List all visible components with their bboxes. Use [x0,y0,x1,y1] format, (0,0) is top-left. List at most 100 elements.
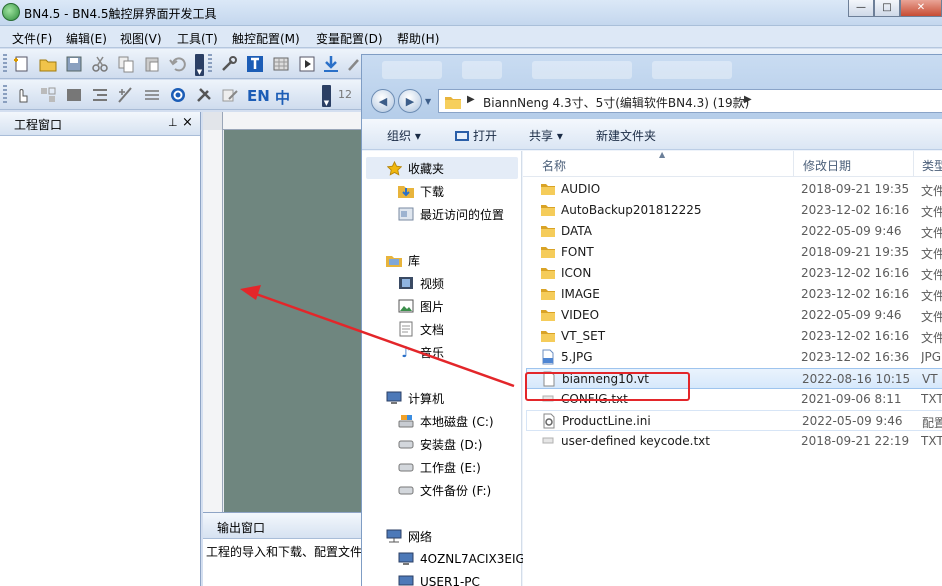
file-row[interactable]: user-defined keycode.txt 2018-09-21 22:19… [526,431,942,452]
menu-touch-config[interactable]: 触控配置(M) [232,30,300,47]
new-project-button[interactable] [11,54,32,74]
column-name[interactable]: 名称 [542,157,566,174]
download-button[interactable] [320,54,341,74]
share-button[interactable]: 共享 ▾ [529,127,563,144]
breadcrumb-separator-icon[interactable]: ▶ [467,94,475,105]
pointer-tool-button[interactable] [11,85,32,105]
toolbar1-overflow-button[interactable]: ▼ [195,54,204,76]
column-date[interactable]: 修改日期 [803,157,851,174]
nav-item-computer[interactable]: 计算机 [386,388,444,408]
file-date: 2021-09-06 8:11 [801,392,902,406]
nav-item-disk-f[interactable]: 文件备份 (F:) [398,480,491,500]
nav-label: 4OZNL7ACIX3EIG [420,552,525,566]
paste-button[interactable] [141,54,162,74]
nav-label: 安装盘 (D:) [420,437,483,452]
toolbar-grip[interactable] [3,54,7,74]
arrow-left-icon: ◀ [378,94,388,108]
distribute-tool-button[interactable] [141,85,162,105]
open-window-icon [455,131,469,141]
nav-item-disk-c[interactable]: 本地磁盘 (C:) [398,411,494,431]
undo-button[interactable] [167,54,188,74]
copy-button[interactable] [115,54,136,74]
column-type[interactable]: 类型 [922,157,942,174]
nav-item-favorites[interactable]: 收藏夹 [386,158,444,178]
menu-help[interactable]: 帮助(H) [397,30,439,47]
toolbar2-overflow-button[interactable]: ▼ [322,85,331,107]
save-button[interactable] [63,54,84,74]
open-button[interactable]: 打开 [455,127,497,144]
nav-item-disk-d[interactable]: 安装盘 (D:) [398,434,482,454]
group-tool-button[interactable] [37,85,58,105]
menu-view[interactable]: 视图(V) [120,30,162,47]
rectangle-tool-button[interactable] [63,85,84,105]
refresh-tool-button[interactable] [167,85,188,105]
folder-icon [540,202,556,218]
file-row[interactable]: AUDIO 2018-09-21 19:35 文件 [526,179,942,200]
nav-item-downloads[interactable]: 下载 [398,181,444,201]
annotation-highlight-box [525,372,690,401]
column-separator[interactable] [793,151,794,177]
text-tool-button[interactable] [244,54,265,74]
column-separator[interactable] [913,151,914,177]
maximize-button[interactable]: □ [874,0,900,17]
close-icon[interactable]: × [182,115,193,130]
undo-icon [168,57,186,72]
nav-item-library[interactable]: 库 [386,250,420,270]
cut-button[interactable] [89,54,110,74]
play-tool-button[interactable] [296,54,317,74]
folder-icon [445,97,461,109]
settings-tool-button[interactable] [218,54,239,74]
file-name: VIDEO [561,308,600,322]
back-button[interactable]: ◀ [371,89,395,113]
history-dropdown-icon[interactable]: ▼ [425,97,431,106]
file-row[interactable]: ProductLine.ini 2022-05-09 9:46 配置 [526,410,942,431]
nav-item-pictures[interactable]: 图片 [398,296,444,316]
minimize-button[interactable]: — [848,0,874,17]
nav-item-documents[interactable]: 文档 [398,319,444,339]
language-en-button[interactable]: EN [247,87,270,105]
toolbar2-number-label: 12 [338,88,352,101]
line-tool-button[interactable] [115,85,136,105]
file-row[interactable]: VIDEO 2022-05-09 9:46 文件 [526,305,942,326]
line-add-icon [117,87,132,103]
file-type: 文件 [921,247,942,261]
grid-tool-button[interactable] [270,54,291,74]
refresh-icon [170,88,185,102]
open-project-button[interactable] [37,54,58,74]
nav-item-disk-e[interactable]: 工作盘 (E:) [398,457,481,477]
menu-variable-config[interactable]: 变量配置(D) [316,30,383,47]
file-row[interactable]: IMAGE 2023-12-02 16:16 文件 [526,284,942,305]
nav-item-music[interactable]: ♪ 音乐 [398,342,444,362]
config-tool-button[interactable] [193,85,214,105]
pin-icon[interactable]: ⊥ [168,116,178,129]
toolbar-grip[interactable] [208,54,212,74]
file-row[interactable]: DATA 2022-05-09 9:46 文件 [526,221,942,242]
address-bar[interactable]: ▶ BiannNeng 4.3寸、5寸(编辑软件BN4.3) (19款) ▶ [438,89,942,113]
file-row[interactable]: AutoBackup201812225 2023-12-02 16:16 文件 [526,200,942,221]
menu-tools[interactable]: 工具(T) [177,30,218,47]
nav-item-videos[interactable]: 视频 [398,273,444,293]
nav-item-recent[interactable]: 最近访问的位置 [398,204,504,224]
new-folder-button[interactable]: 新建文件夹 [596,127,656,144]
align-tool-button[interactable] [89,85,110,105]
nav-item-network-pc[interactable]: 4OZNL7ACIX3EIG [398,549,525,569]
music-note-icon: ♪ [401,343,411,361]
toolbar-grip[interactable] [3,85,7,105]
language-zh-button[interactable]: 中 [275,87,290,108]
file-row[interactable]: ICON 2023-12-02 16:16 文件 [526,263,942,284]
menu-file[interactable]: 文件(F) [12,30,52,47]
breadcrumb-separator-icon[interactable]: ▶ [744,94,752,105]
forward-button[interactable]: ▶ [398,89,422,113]
breadcrumb-path[interactable]: BiannNeng 4.3寸、5寸(编辑软件BN4.3) (19款) [483,94,749,111]
edit-tool-button[interactable] [219,85,240,105]
file-row[interactable]: FONT 2018-09-21 19:35 文件 [526,242,942,263]
nav-item-network-pc[interactable]: USER1-PC [398,572,480,586]
file-row[interactable]: 5.JPG 2023-12-02 16:36 JPG [526,347,942,368]
menu-edit[interactable]: 编辑(E) [66,30,107,47]
group-icon [40,87,55,102]
organize-button[interactable]: 组织 ▾ [387,127,421,144]
screen-canvas[interactable] [224,130,361,512]
file-row[interactable]: VT_SET 2023-12-02 16:16 文件 [526,326,942,347]
close-button[interactable]: ✕ [900,0,942,17]
nav-item-network[interactable]: 网络 [386,526,432,546]
